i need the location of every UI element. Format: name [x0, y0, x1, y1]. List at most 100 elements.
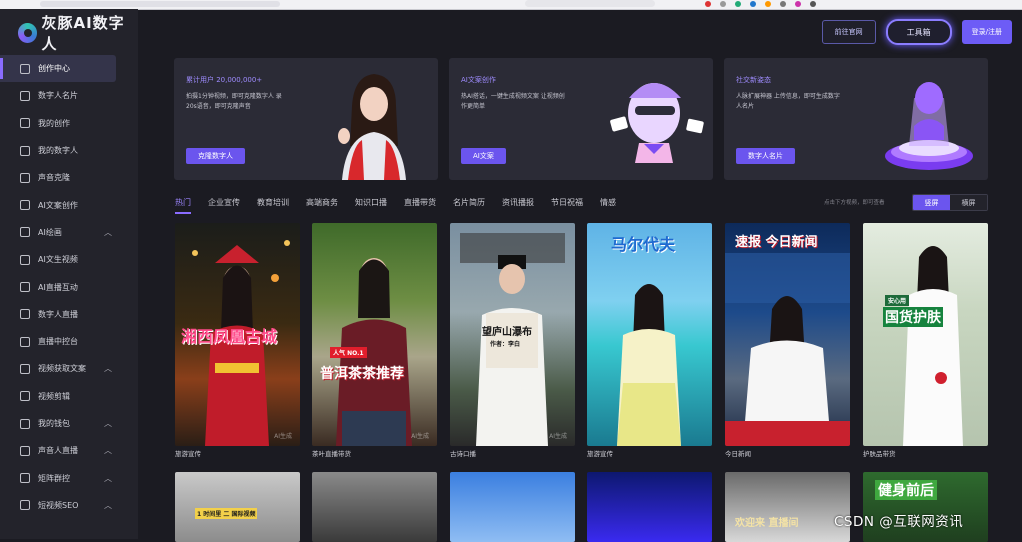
- monitor-icon: [20, 336, 30, 347]
- chevron-up-icon[interactable]: ︿: [104, 418, 112, 429]
- browser-toolbar: [0, 0, 1022, 10]
- chevron-up-icon[interactable]: ︿: [104, 473, 112, 484]
- chevron-up-icon[interactable]: ︿: [104, 500, 112, 511]
- video-overlay-subtitle: 作者：李白: [490, 341, 521, 348]
- scissors-icon: [20, 391, 30, 402]
- sidebar-item[interactable]: 直播中控台: [0, 328, 138, 355]
- sidebar-item[interactable]: 视频获取文案 ︿: [0, 355, 138, 382]
- toolbox-button[interactable]: 工具箱: [885, 19, 952, 45]
- sidebar-item[interactable]: 数字人直播: [0, 301, 138, 328]
- video-label: 茶叶直播带货: [312, 450, 351, 458]
- ai-copywriting-button[interactable]: AI文案: [461, 148, 506, 164]
- video-overlay-title: 1 时间里 二 国际视频: [195, 508, 258, 519]
- extension-icon[interactable]: [795, 1, 801, 7]
- user-square-icon: [20, 145, 30, 156]
- video-label: 旅游宣传: [175, 450, 201, 458]
- sidebar-item-label: AI文生视频: [38, 255, 78, 265]
- video-card[interactable]: [312, 472, 437, 542]
- sidebar-item[interactable]: AI绘画 ︿: [0, 219, 138, 246]
- extension-icon[interactable]: [750, 1, 756, 7]
- palette-icon: [20, 227, 30, 238]
- clone-digital-human-button[interactable]: 克隆数字人: [186, 148, 245, 164]
- video-label: 护肤品带货: [863, 450, 896, 458]
- sidebar-item-label: 我的数字人: [38, 146, 78, 156]
- landscape-toggle[interactable]: 横屏: [950, 195, 987, 210]
- browser-search-box[interactable]: [525, 0, 655, 7]
- spokesperson-image: [338, 74, 406, 180]
- sidebar-item-label: 短视频SEO: [38, 500, 79, 510]
- video-card[interactable]: 湘西凤凰古城 AI生成: [175, 223, 300, 446]
- sidebar-item[interactable]: 我的钱包 ︿: [0, 410, 138, 437]
- video-card[interactable]: 欢迎来 直播间: [725, 472, 850, 542]
- video-overlay-title: 健身前后: [875, 480, 937, 500]
- sidebar-item[interactable]: 声音人直播 ︿: [0, 437, 138, 464]
- sidebar-item[interactable]: AI文案创作: [0, 191, 138, 218]
- category-tab[interactable]: 热门: [175, 197, 191, 214]
- address-bar[interactable]: [40, 1, 280, 7]
- sidebar-item[interactable]: 短视频SEO ︿: [0, 492, 138, 519]
- video-card[interactable]: [587, 472, 712, 542]
- portrait-toggle[interactable]: 竖屏: [913, 195, 950, 210]
- category-tab[interactable]: 企业宣传: [208, 197, 240, 208]
- sidebar-nav: 创作中心 数字人名片 我的创作我的数字人声音克隆 AI文案创作 AI绘画 ︿ AI文生视频 A…: [0, 55, 138, 519]
- login-button[interactable]: 登录/注册: [961, 20, 1012, 44]
- video-card[interactable]: 健身前后: [863, 472, 988, 542]
- sidebar-item[interactable]: 矩阵群控 ︿: [0, 464, 138, 491]
- sidebar-item[interactable]: 数字人名片: [0, 82, 138, 109]
- category-tab[interactable]: 教育培训: [257, 197, 289, 208]
- video-icon: [20, 254, 30, 265]
- category-tab[interactable]: 资讯播报: [502, 197, 534, 208]
- sidebar-item-label: 声音克隆: [38, 173, 70, 183]
- video-thumbnail: [617, 284, 681, 446]
- category-tab[interactable]: 名片简历: [453, 197, 485, 208]
- sidebar-item[interactable]: 视频剪辑: [0, 383, 138, 410]
- category-tab[interactable]: 情感: [600, 197, 616, 208]
- sidebar-item[interactable]: 我的创作: [0, 110, 138, 137]
- sidebar-item[interactable]: 声音克隆: [0, 164, 138, 191]
- chevron-up-icon[interactable]: ︿: [104, 363, 112, 374]
- digital-namecard-button[interactable]: 数字人名片: [736, 148, 795, 164]
- video-overlay-title: 望庐山瀑布: [482, 327, 532, 338]
- extension-icon[interactable]: [810, 1, 816, 7]
- video-card[interactable]: 人气 NO.1 普洱茶茶推荐 AI生成: [312, 223, 437, 446]
- video-card[interactable]: [450, 472, 575, 542]
- sidebar-item-label: 声音人直播: [38, 446, 78, 456]
- sidebar-item[interactable]: AI文生视频: [0, 246, 138, 273]
- category-tab[interactable]: 直播带货: [404, 197, 436, 208]
- extension-icon[interactable]: [735, 1, 741, 7]
- sidebar-item-label: AI直播互动: [38, 282, 78, 292]
- video-card[interactable]: 望庐山瀑布 作者：李白 AI生成: [450, 223, 575, 446]
- brand-logo[interactable]: 灰豚AI数字人: [18, 14, 138, 53]
- category-tab[interactable]: 节日祝福: [551, 197, 583, 208]
- video-overlay-title: 欢迎来 直播间: [735, 518, 799, 529]
- extension-icon[interactable]: [765, 1, 771, 7]
- card-desc: 热AI搭话，一键生成视频文案 让视频创作更简单: [461, 93, 565, 110]
- video-card[interactable]: 速报 今日新闻: [725, 223, 850, 446]
- card-title: 社交新姿态: [736, 76, 771, 84]
- video-card[interactable]: 安心用 国货护肤: [863, 223, 988, 446]
- mic-icon: [20, 445, 30, 456]
- sidebar-item[interactable]: 创作中心: [0, 55, 116, 83]
- play-square-icon: [20, 118, 30, 129]
- source-watermark: CSDN @互联网资讯: [834, 514, 964, 530]
- fire-icon: [20, 500, 30, 511]
- sidebar-item[interactable]: 我的数字人: [0, 137, 138, 164]
- video-card[interactable]: 1 时间里 二 国际视频: [175, 472, 300, 542]
- layers-icon: [20, 63, 30, 74]
- video-overlay-title: 湘西凤凰古城: [181, 327, 278, 346]
- video-label: 今日新闻: [725, 450, 751, 458]
- sidebar-item[interactable]: AI直播互动: [0, 273, 138, 300]
- chevron-up-icon[interactable]: ︿: [104, 445, 112, 456]
- card-title: 累计用户 20,000,000+: [186, 76, 263, 84]
- text-icon: [20, 363, 30, 374]
- sidebar-item-label: 矩阵群控: [38, 473, 70, 483]
- category-tab[interactable]: 高端商务: [306, 197, 338, 208]
- extension-icon[interactable]: [780, 1, 786, 7]
- video-card[interactable]: 马尔代夫: [587, 223, 712, 446]
- extension-icon[interactable]: [720, 1, 726, 7]
- extension-icon[interactable]: [705, 1, 711, 7]
- category-tab[interactable]: 知识口播: [355, 197, 387, 208]
- official-site-button[interactable]: 前往官网: [821, 20, 876, 44]
- chevron-up-icon[interactable]: ︿: [104, 227, 112, 238]
- sidebar-item-label: 直播中控台: [38, 337, 78, 347]
